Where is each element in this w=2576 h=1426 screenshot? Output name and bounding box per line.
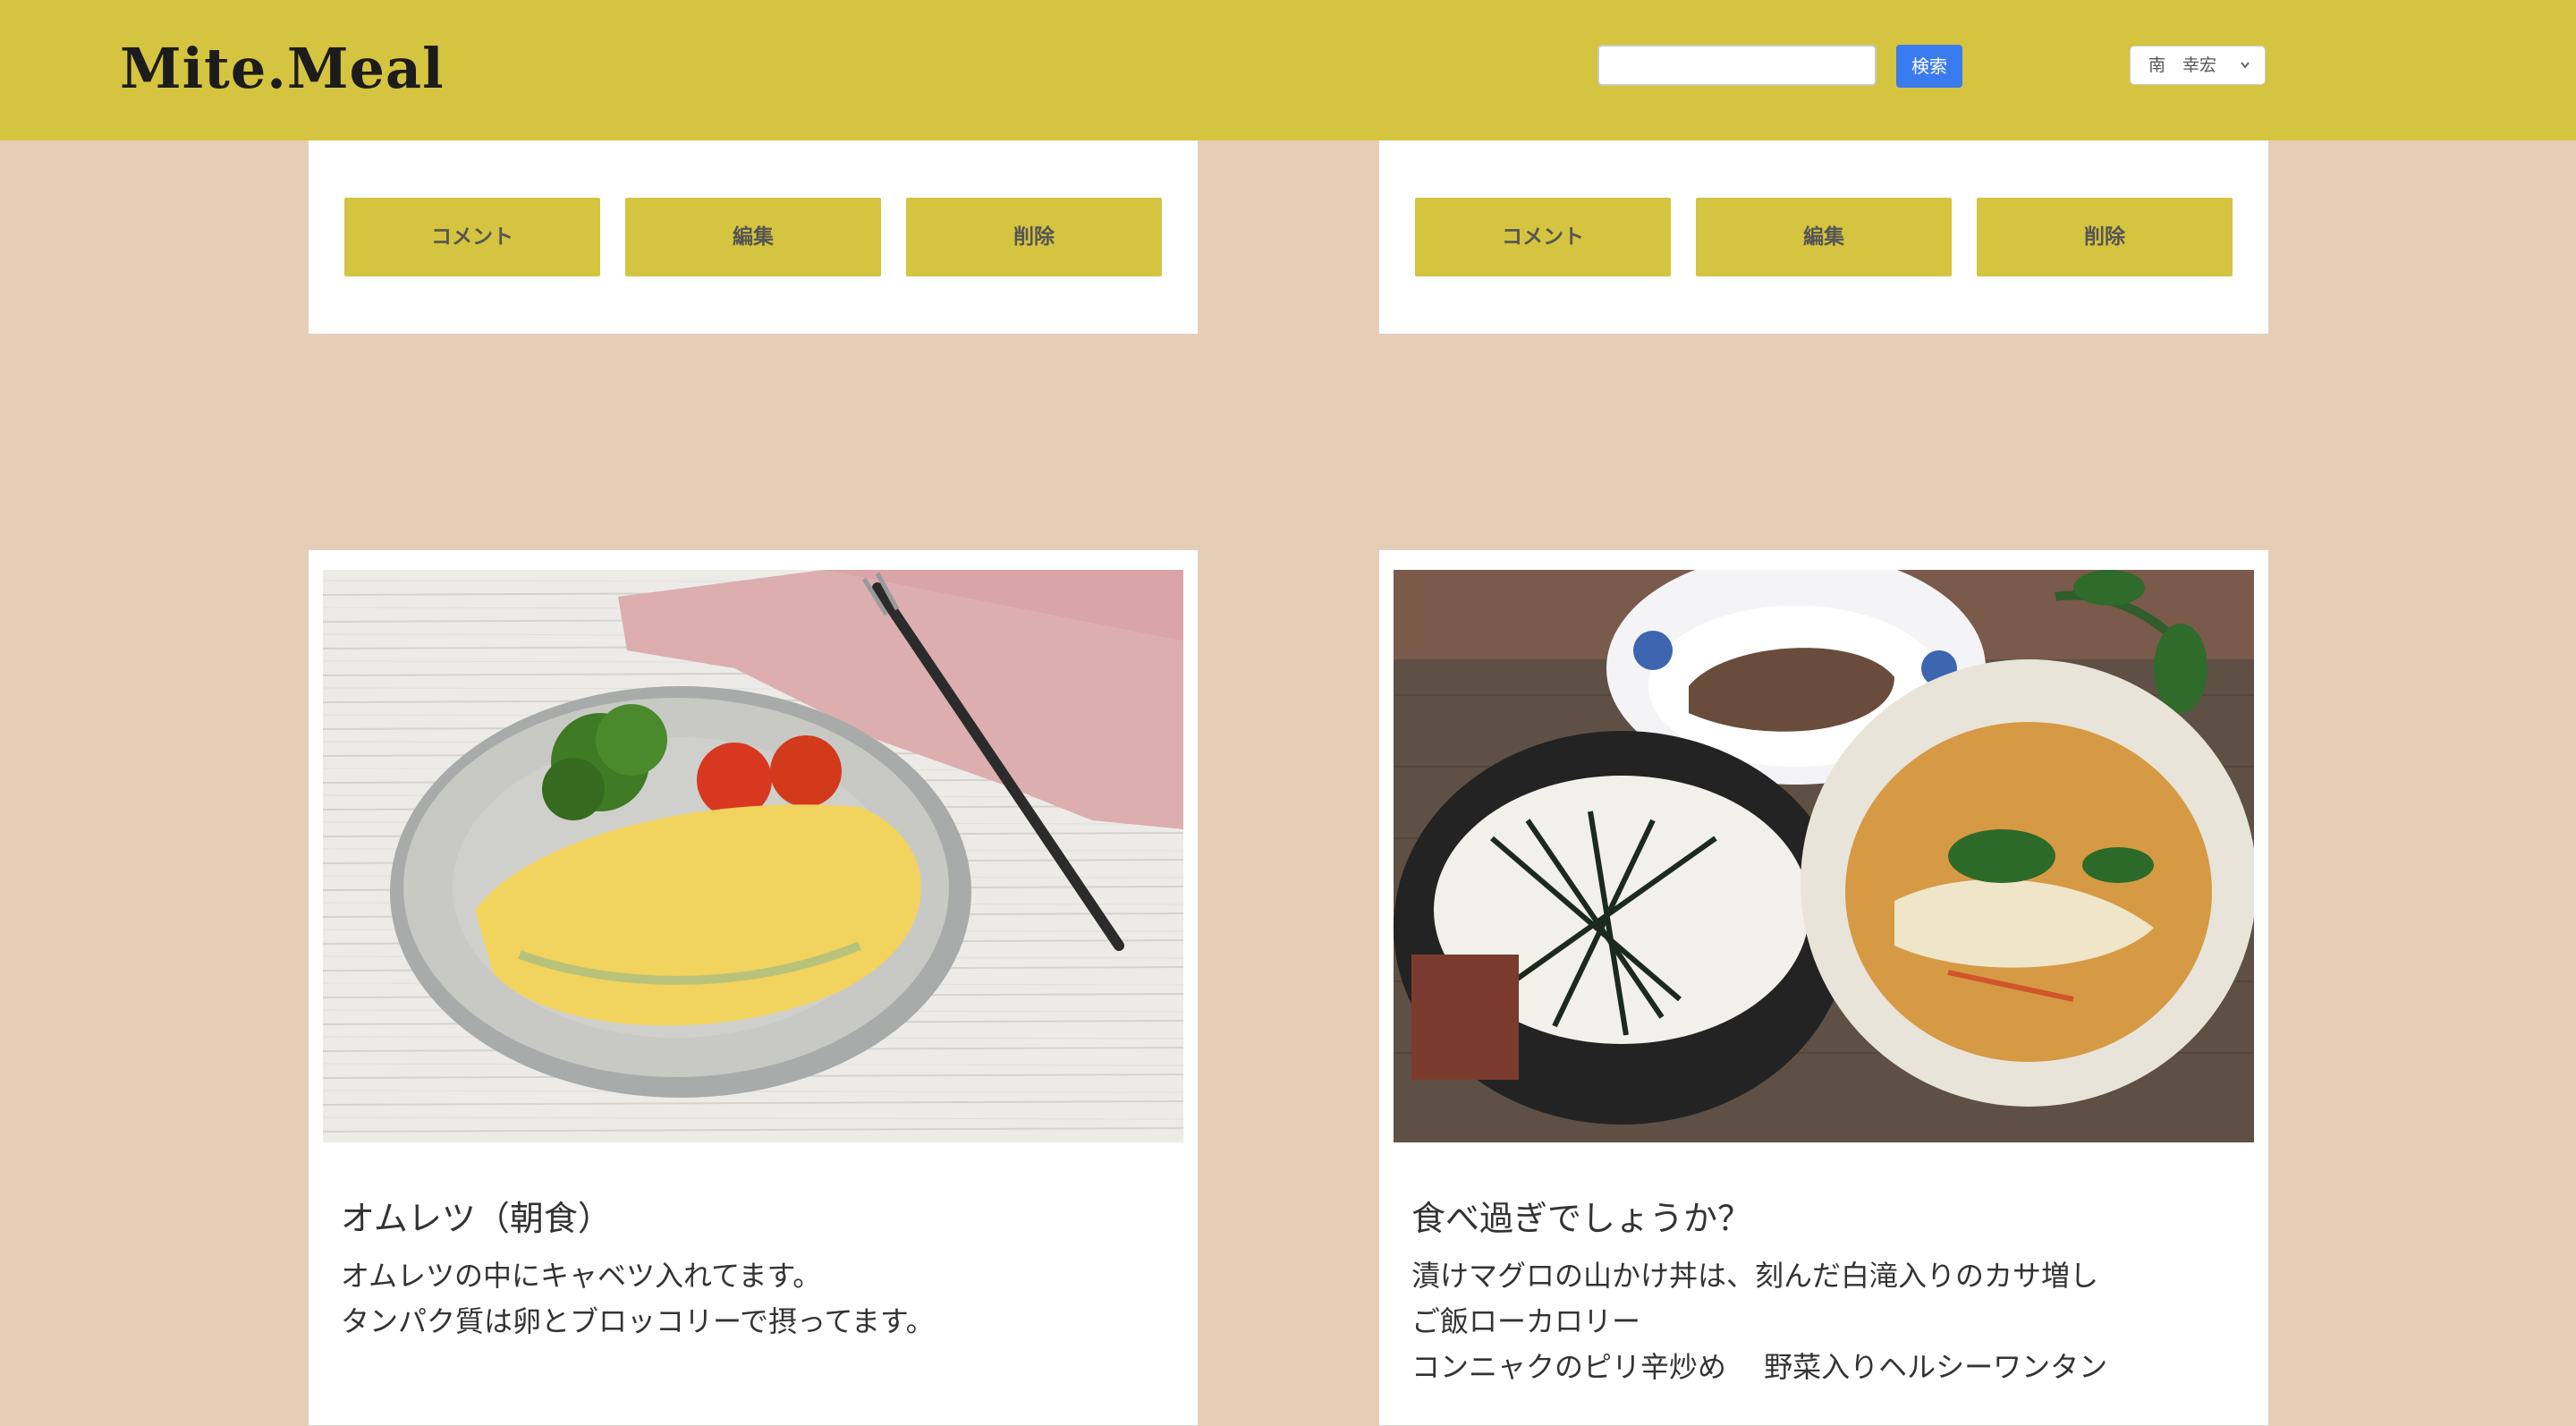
- post-title: オムレツ（朝食）: [341, 1199, 612, 1238]
- post-card: オムレツ（朝食） オムレツの中にキャベツ入れてます。 タンパク質は卵とブロッコリ…: [308, 549, 1199, 1426]
- search-input[interactable]: [1597, 45, 1877, 86]
- delete-button[interactable]: 削除: [906, 198, 1162, 276]
- post-description: 漬けマグロの山かけ丼は、刻んだ白滝入りのカサ増し ご飯ローカロリー コンニャクの…: [1411, 1259, 2108, 1384]
- comment-button[interactable]: コメント: [1415, 198, 1671, 276]
- omelette-photo[interactable]: [323, 570, 1183, 1142]
- post-description: オムレツの中にキャベツ入れてます。 タンパク質は卵とブロッコリーで摂ってます。: [341, 1259, 935, 1338]
- delete-button[interactable]: 削除: [1977, 198, 2233, 276]
- search-button[interactable]: 検索: [1896, 45, 1962, 88]
- edit-button[interactable]: 編集: [625, 198, 881, 276]
- comment-button[interactable]: コメント: [344, 198, 600, 276]
- post-card: 食べ過ぎでしょうか？ 漬けマグロの山かけ丼は、刻んだ白滝入りのカサ増し ご飯ロー…: [1378, 549, 2269, 1426]
- post-title: 食べ過ぎでしょうか？: [1411, 1199, 1752, 1238]
- edit-button[interactable]: 編集: [1696, 198, 1952, 276]
- rice-bowl-photo[interactable]: [1394, 570, 2254, 1142]
- site-logo[interactable]: Mite.Meal: [120, 36, 445, 101]
- user-name: 南 幸宏: [2148, 55, 2217, 75]
- user-dropdown[interactable]: 南 幸宏: [2130, 46, 2266, 85]
- top-navbar: Mite.Meal 検索 南 幸宏: [0, 0, 2576, 140]
- chevron-down-icon: [2240, 47, 2250, 99]
